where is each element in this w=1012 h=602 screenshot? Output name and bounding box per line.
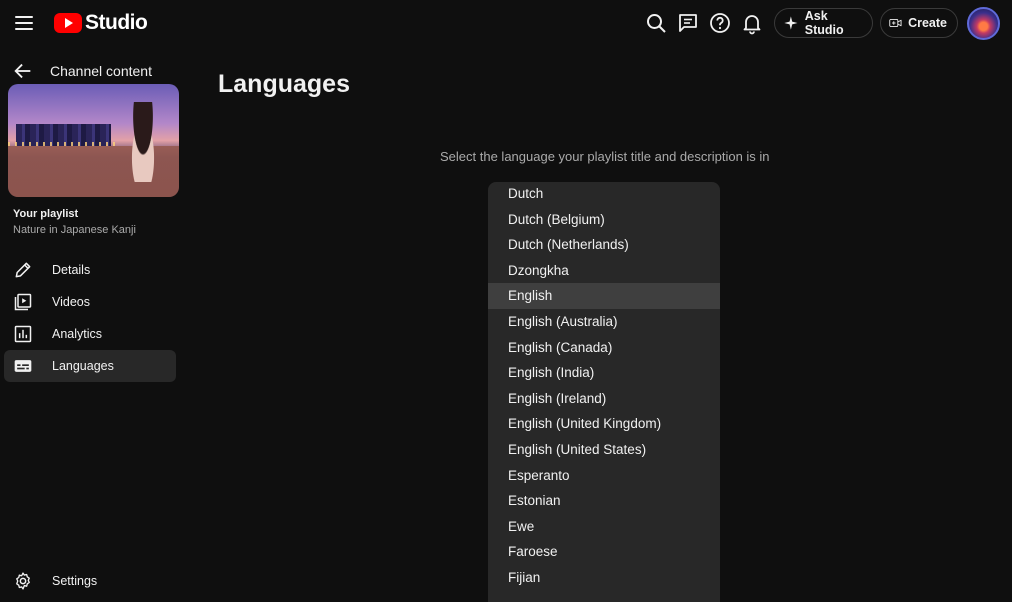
language-option[interactable]: English (Ireland) [488,386,720,412]
sidebar-item-videos[interactable]: Videos [4,286,176,318]
playlist-heading: Your playlist [13,208,79,220]
language-option[interactable]: English (United Kingdom) [488,411,720,437]
sidebar-item-label: Details [52,263,91,277]
create-button[interactable]: Create [880,8,958,38]
language-option[interactable]: Dutch (Belgium) [488,207,720,233]
language-option[interactable]: Estonian [488,488,720,514]
sidebar-item-languages[interactable]: Languages [4,350,176,382]
playlist-thumbnail[interactable] [8,84,179,197]
sidebar-item-label: Languages [52,359,114,373]
search-icon[interactable] [644,11,668,35]
settings-label: Settings [52,574,98,588]
sparkle-icon [784,16,798,30]
sidebar: Channel content Your playlist Nature in … [0,46,188,594]
notifications-bell-icon[interactable] [740,11,764,35]
video-camera-plus-icon [889,19,902,27]
sidebar-item-label: Analytics [52,327,103,341]
video-library-icon [14,293,32,311]
language-option[interactable]: Dzongkha [488,258,720,284]
page-title: Languages [218,70,350,98]
sidebar-item-analytics[interactable]: Analytics [4,318,176,350]
language-option[interactable]: Fijian [488,565,720,591]
logo-text: Studio [85,11,148,34]
ask-studio-button[interactable]: Ask Studio [774,8,873,38]
language-option[interactable]: Dutch [488,182,720,207]
playlist-name: Nature in Japanese Kanji [13,224,136,236]
language-option[interactable]: English (United States) [488,437,720,463]
sidebar-item-details[interactable]: Details [4,254,176,286]
studio-logo[interactable]: Studio [54,11,148,35]
language-option[interactable]: English (Canada) [488,335,720,361]
sidebar-item-label: Videos [52,295,90,309]
back-label: Channel content [50,63,152,79]
language-prompt: Select the language your playlist title … [440,149,770,164]
subtitles-icon [14,360,32,372]
language-option[interactable]: English (India) [488,360,720,386]
language-option-highlighted[interactable]: English [488,283,720,309]
feedback-icon[interactable] [676,11,700,35]
gear-icon [16,572,30,590]
arrow-back-icon [14,63,31,79]
language-option[interactable]: English (Australia) [488,309,720,335]
sidebar-item-settings[interactable]: Settings [4,565,176,597]
youtube-play-icon [54,13,82,33]
help-icon[interactable] [708,11,732,35]
account-avatar[interactable] [967,7,1000,40]
pencil-icon [15,262,31,278]
menu-icon[interactable] [12,11,36,35]
back-to-channel-content[interactable]: Channel content [12,60,152,82]
ask-studio-label: Ask Studio [804,9,844,37]
language-option[interactable]: Esperanto [488,463,720,489]
language-option[interactable]: Ewe [488,514,720,540]
language-option[interactable]: Faroese [488,539,720,565]
language-option[interactable]: Dutch (Netherlands) [488,232,720,258]
create-label: Create [908,16,947,30]
top-bar: Studio Ask Studio Create [0,0,1012,46]
analytics-icon [14,325,32,343]
language-dropdown-list[interactable]: Dutch Dutch (Belgium) Dutch (Netherlands… [488,182,720,602]
